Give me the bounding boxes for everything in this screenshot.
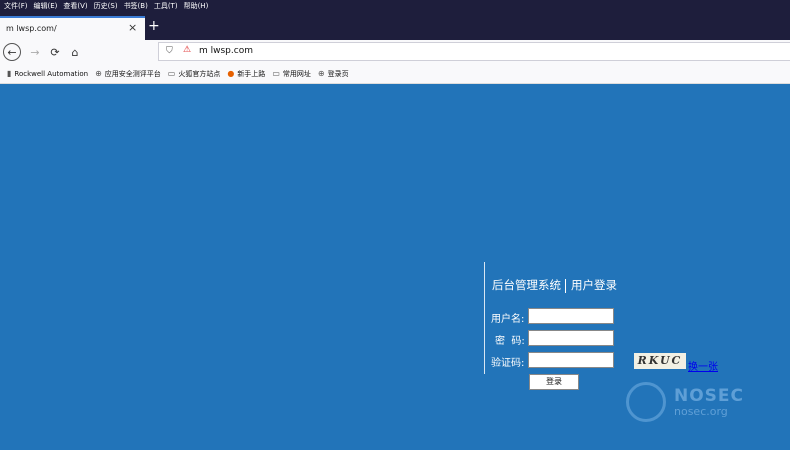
bookmark-security-platform[interactable]: ⊕ 应用安全测评平台 [95, 69, 161, 79]
password-input[interactable] [528, 330, 614, 346]
watermark-title: NOSEC [674, 386, 745, 406]
login-button[interactable]: 登录 [529, 374, 579, 390]
captcha-label: 验证码: [491, 358, 525, 369]
bookmark-label: 应用安全测评平台 [104, 69, 161, 78]
password-label: 密 码: [495, 336, 525, 347]
forward-arrow-icon[interactable]: → [26, 43, 44, 61]
bookmark-label: Rockwell Automation [14, 69, 89, 78]
bookmark-label: 登录页 [327, 69, 349, 78]
folder-icon: ▭ [167, 69, 176, 78]
bookmark-label: 新手上路 [237, 69, 266, 78]
tab-title: m lwsp.com/ [6, 24, 57, 33]
nosec-logo-icon [626, 382, 666, 422]
divider [484, 262, 485, 374]
menu-view[interactable]: 查看(V) [63, 0, 87, 12]
tab-strip: m lwsp.com/ × + [0, 12, 790, 40]
shield-icon[interactable]: ⛉ [166, 46, 173, 56]
bookmark-firefox-site[interactable]: ▭ 火狐官方站点 [168, 69, 221, 79]
menu-bookmarks[interactable]: 书签(B) [124, 0, 148, 12]
bookmark-rockwell[interactable]: ▮ Rockwell Automation [7, 69, 88, 78]
browser-tab[interactable]: m lwsp.com/ × [0, 16, 145, 40]
menu-history[interactable]: 历史(S) [94, 0, 118, 12]
url-text[interactable]: m lwsp.com [199, 46, 253, 56]
menu-tools[interactable]: 工具(T) [154, 0, 178, 12]
globe-icon: ⊕ [317, 69, 325, 78]
address-bar[interactable]: ⛉ ⚠ m lwsp.com [158, 42, 790, 61]
username-label: 用户名: [491, 314, 525, 325]
menu-edit[interactable]: 编辑(E) [34, 0, 58, 12]
username-input[interactable] [528, 308, 614, 324]
bookmark-label: 常用网址 [282, 69, 311, 78]
back-arrow-icon[interactable]: ← [3, 43, 21, 61]
title-separator [565, 278, 566, 293]
bookmark-getting-started[interactable]: ● 新手上路 [227, 69, 265, 79]
menu-help[interactable]: 帮助(H) [184, 0, 209, 12]
bookmark-login-page[interactable]: ⊕ 登录页 [318, 69, 349, 79]
bookmark-common-sites[interactable]: ▭ 常用网址 [272, 69, 311, 79]
menu-bar: 文件(F) 编辑(E) 查看(V) 历史(S) 书签(B) 工具(T) 帮助(H… [0, 0, 790, 12]
bookmarks-toolbar: ▮ Rockwell Automation ⊕ 应用安全测评平台 ▭ 火狐官方站点 ●… [0, 64, 790, 84]
navigation-bar: ← → ⟳ ⌂ ⛉ ⚠ m lwsp.com [0, 40, 790, 64]
captcha-input[interactable] [528, 352, 614, 368]
captcha-image[interactable]: RKUC [634, 353, 686, 369]
folder-icon: ▭ [272, 69, 280, 78]
login-heading: 后台管理系统 用户登录 [492, 277, 617, 293]
home-icon[interactable]: ⌂ [66, 43, 84, 61]
close-icon[interactable]: × [128, 21, 137, 34]
watermark-subtitle: nosec.org [674, 405, 728, 418]
globe-icon: ⊕ [95, 69, 102, 78]
system-title: 后台管理系统 [492, 278, 561, 292]
bookmark-label: 火狐官方站点 [178, 69, 221, 78]
firefox-icon: ● [227, 69, 235, 78]
refresh-captcha-link[interactable]: 换一张 [688, 358, 718, 373]
insecure-lock-icon[interactable]: ⚠ [183, 45, 191, 55]
reload-icon[interactable]: ⟳ [46, 43, 64, 61]
new-tab-icon[interactable]: + [148, 19, 160, 33]
menu-file[interactable]: 文件(F) [4, 0, 28, 12]
login-subtitle: 用户登录 [571, 278, 617, 292]
bookmark-icon: ▮ [7, 69, 12, 78]
